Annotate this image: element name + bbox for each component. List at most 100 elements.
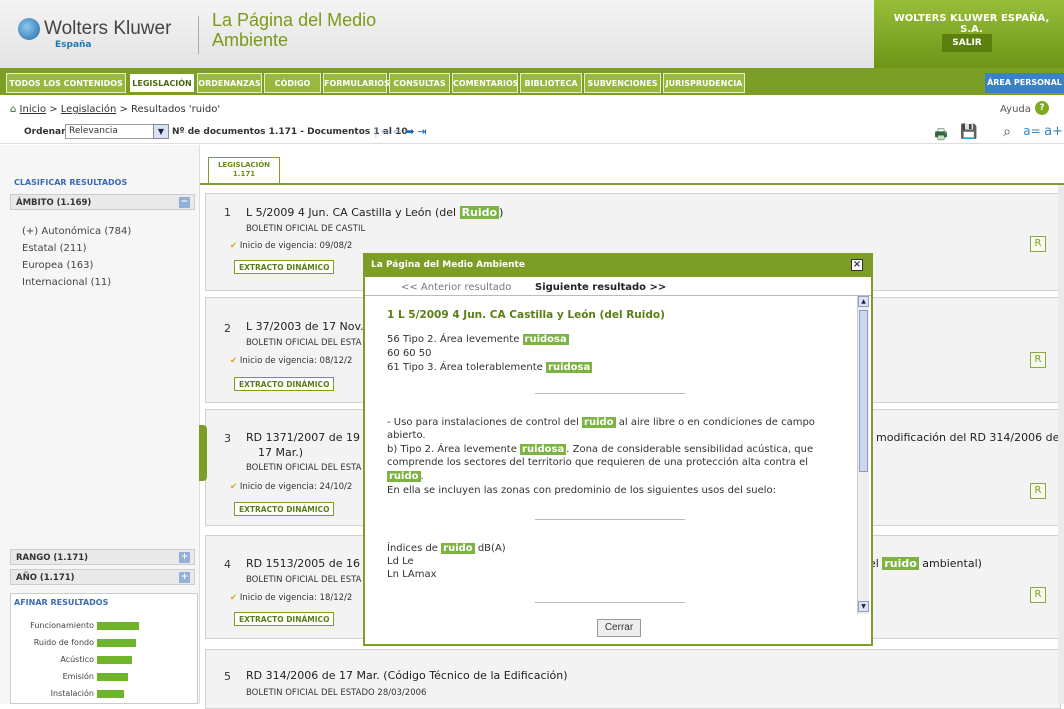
wolters-kluwer-logo-icon[interactable] (18, 18, 40, 40)
area-personal-button[interactable]: ÁREA PERSONAL (985, 73, 1064, 93)
filter-anio[interactable]: AÑO (1.171) + (10, 569, 195, 585)
expand-icon[interactable]: + (179, 572, 190, 583)
r-button[interactable]: R (1030, 236, 1046, 252)
refine-term-bar[interactable] (97, 673, 128, 681)
extracto-button[interactable]: EXTRACTO DINÁMICO (234, 612, 335, 626)
extracto-button[interactable]: EXTRACTO DINÁMICO (234, 260, 335, 274)
extracto-button[interactable]: EXTRACTO DINÁMICO (234, 377, 335, 391)
breadcrumb-legislacion[interactable]: Legislación (61, 104, 117, 115)
result-title[interactable]: L 5/2009 4 Jun. CA Castilla y León (del … (246, 206, 503, 219)
result-validity: ✔ Inicio de vigencia: 24/10/2 (230, 482, 352, 492)
tab-subvenciones[interactable]: SUBVENCIONES (584, 73, 661, 93)
refine-term-label[interactable]: Acústico (14, 655, 94, 664)
help-link[interactable]: Ayuda (1000, 104, 1031, 115)
scroll-up-icon[interactable]: ▲ (858, 296, 869, 307)
tab-formularios[interactable]: FORMULARIOS (323, 73, 390, 93)
r-button[interactable]: R (1030, 483, 1046, 499)
refine-term-label[interactable]: Ruido de fondo (14, 638, 94, 647)
check-icon: ✔ (230, 356, 238, 366)
extracto-button[interactable]: EXTRACTO DINÁMICO (234, 502, 335, 516)
expand-icon[interactable]: + (179, 552, 190, 563)
result-preview-dialog: La Página del Medio Ambiente × << Anteri… (363, 253, 873, 646)
result-title-end: ) (499, 206, 504, 219)
result-number: 3 (224, 432, 231, 445)
refine-box (10, 593, 198, 704)
tab-biblioteca[interactable]: BIBLIOTECA (520, 73, 582, 93)
result-title[interactable]: RD 1513/2005 de 16 (246, 557, 360, 570)
result-validity: ✔ Inicio de vigencia: 18/12/2 (230, 593, 352, 603)
refine-term-label[interactable]: Emisión (14, 672, 94, 681)
prev-page-icon[interactable]: ⇐ (393, 125, 405, 138)
print-icon[interactable]: 🖶 (930, 124, 952, 143)
dialog-scrollbar[interactable]: ▲ ▼ (857, 296, 869, 614)
result-title[interactable]: RD 314/2006 de 17 Mar. (Código Técnico d… (246, 669, 568, 682)
close-button[interactable]: Cerrar (597, 619, 641, 637)
page-scrollbar[interactable] (1058, 185, 1064, 704)
tab-comentarios[interactable]: COMENTARIOS (452, 73, 519, 93)
first-page-icon[interactable]: |⇐ (374, 125, 393, 138)
results-tab-label: LEGISLACIÓN (217, 161, 271, 169)
refine-term-label[interactable]: Instalación (14, 689, 94, 698)
filter-ambito-label: ÁMBITO (1.169) (16, 198, 92, 208)
brand-name: Wolters Kluwer (44, 18, 172, 39)
site-title[interactable]: La Página del Medio Ambiente (212, 10, 412, 50)
highlight: ruido (582, 417, 616, 428)
chevron-down-icon[interactable]: ▼ (153, 124, 169, 139)
search-icon[interactable]: ⌕ (998, 124, 1016, 142)
logout-button[interactable]: SALIR (942, 34, 992, 52)
divider (535, 602, 685, 603)
filter-europea[interactable]: Europea (163) (22, 260, 93, 271)
tab-legislacion[interactable]: LEGISLACIÓN (129, 73, 195, 93)
classify-heading: CLASIFICAR RESULTADOS (14, 178, 128, 187)
refine-term-bar[interactable] (97, 690, 124, 698)
results-tab-legislacion[interactable]: LEGISLACIÓN 1.171 (208, 157, 280, 183)
tab-ordenanzas[interactable]: ORDENANZAS (197, 73, 262, 93)
refine-term-bar[interactable] (97, 656, 132, 664)
scroll-thumb[interactable] (859, 310, 868, 472)
sidebar-toggle-handle[interactable] (199, 425, 207, 481)
font-decrease-icon[interactable]: a= (1022, 124, 1042, 142)
text-fragment: 61 Tipo 3. Área tolerablemente (387, 362, 547, 373)
filter-autonomica[interactable]: (+) Autonómica (784) (22, 226, 131, 237)
r-button[interactable]: R (1030, 587, 1046, 603)
result-title[interactable]: L 37/2003 de 17 Nov. (246, 320, 364, 333)
result-title-tail[interactable]: el ruido ambiental) (869, 557, 982, 570)
breadcrumb-inicio[interactable]: Inicio (20, 104, 46, 115)
refine-term-bar[interactable] (97, 622, 139, 630)
result-title-cont[interactable]: 17 Mar.) (258, 446, 303, 459)
text-fragment: al aire libre o en condiciones de campo (615, 417, 815, 428)
scroll-down-icon[interactable]: ▼ (858, 601, 869, 612)
filter-internacional[interactable]: Internacional (11) (22, 277, 111, 288)
previous-result-link[interactable]: << Anterior resultado (401, 282, 511, 293)
result-validity-text: Inicio de vigencia: 24/10/2 (239, 482, 353, 492)
filter-estatal[interactable]: Estatal (211) (22, 243, 86, 254)
result-validity-text: Inicio de vigencia: 08/12/2 (239, 356, 353, 366)
breadcrumb-separator: > (46, 104, 61, 115)
text-fragment: . Zona de considerable sensibilidad acús… (566, 444, 814, 455)
collapse-icon[interactable]: − (179, 197, 190, 208)
brand-country: España (55, 40, 92, 50)
refine-term-label[interactable]: Funcionamiento (14, 621, 94, 630)
refine-term-bar[interactable] (97, 639, 136, 647)
next-result-link[interactable]: Siguiente resultado >> (535, 282, 666, 293)
result-number: 5 (224, 670, 231, 683)
result-validity-text: Inicio de vigencia: 18/12/2 (239, 593, 353, 603)
close-icon[interactable]: × (851, 259, 863, 271)
help-icon[interactable]: ? (1035, 101, 1049, 115)
result-title-tail[interactable]: modificación del RD 314/2006 de (876, 431, 1059, 444)
tab-codigo[interactable]: CÓDIGO (264, 73, 321, 93)
home-icon[interactable]: ⌂ (10, 104, 16, 115)
filter-rango[interactable]: RANGO (1.171) + (10, 549, 195, 565)
text-line: b) Tipo 2. Área levemente ruidosa. Zona … (387, 444, 813, 456)
r-button[interactable]: R (1030, 352, 1046, 368)
result-title[interactable]: RD 1371/2007 de 19 (246, 431, 360, 444)
result-item: 5 RD 314/2006 de 17 Mar. (Código Técnico… (205, 649, 1061, 709)
tab-todos[interactable]: TODOS LOS CONTENIDOS (6, 73, 126, 93)
filter-ambito[interactable]: ÁMBITO (1.169) − (10, 194, 195, 210)
tab-consultas[interactable]: CONSULTAS (389, 73, 450, 93)
font-increase-icon[interactable]: a+ (1043, 124, 1064, 142)
tab-jurisprudencia[interactable]: JURISPRUDENCIA (663, 73, 745, 93)
next-page-icon[interactable]: ➡ (405, 125, 417, 138)
last-page-icon[interactable]: ⇥ (417, 125, 429, 138)
save-icon[interactable]: 💾 (958, 124, 980, 142)
